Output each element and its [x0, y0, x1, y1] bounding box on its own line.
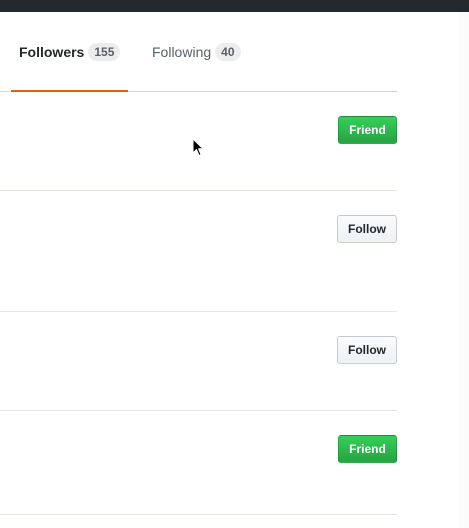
list-item: Follow	[0, 191, 397, 312]
tab-following[interactable]: Following 40	[152, 12, 241, 91]
follow-button[interactable]: Follow	[337, 215, 397, 243]
tab-followers[interactable]: Followers 155	[11, 12, 128, 92]
list-item: Follow	[0, 312, 397, 411]
tab-following-label: Following	[152, 43, 212, 60]
follow-button[interactable]: Follow	[337, 336, 397, 364]
list-item: Friend	[0, 411, 397, 515]
top-header-bar	[0, 0, 469, 12]
friend-button[interactable]: Friend	[338, 435, 397, 463]
following-count-badge: 40	[215, 42, 241, 61]
right-gutter	[459, 12, 469, 528]
followers-tabs: Followers 155 Following 40	[0, 12, 397, 92]
followers-count-badge: 155	[88, 42, 121, 61]
mouse-pointer-icon	[192, 138, 204, 156]
tab-followers-label: Followers	[19, 43, 85, 60]
friend-button[interactable]: Friend	[338, 116, 397, 144]
